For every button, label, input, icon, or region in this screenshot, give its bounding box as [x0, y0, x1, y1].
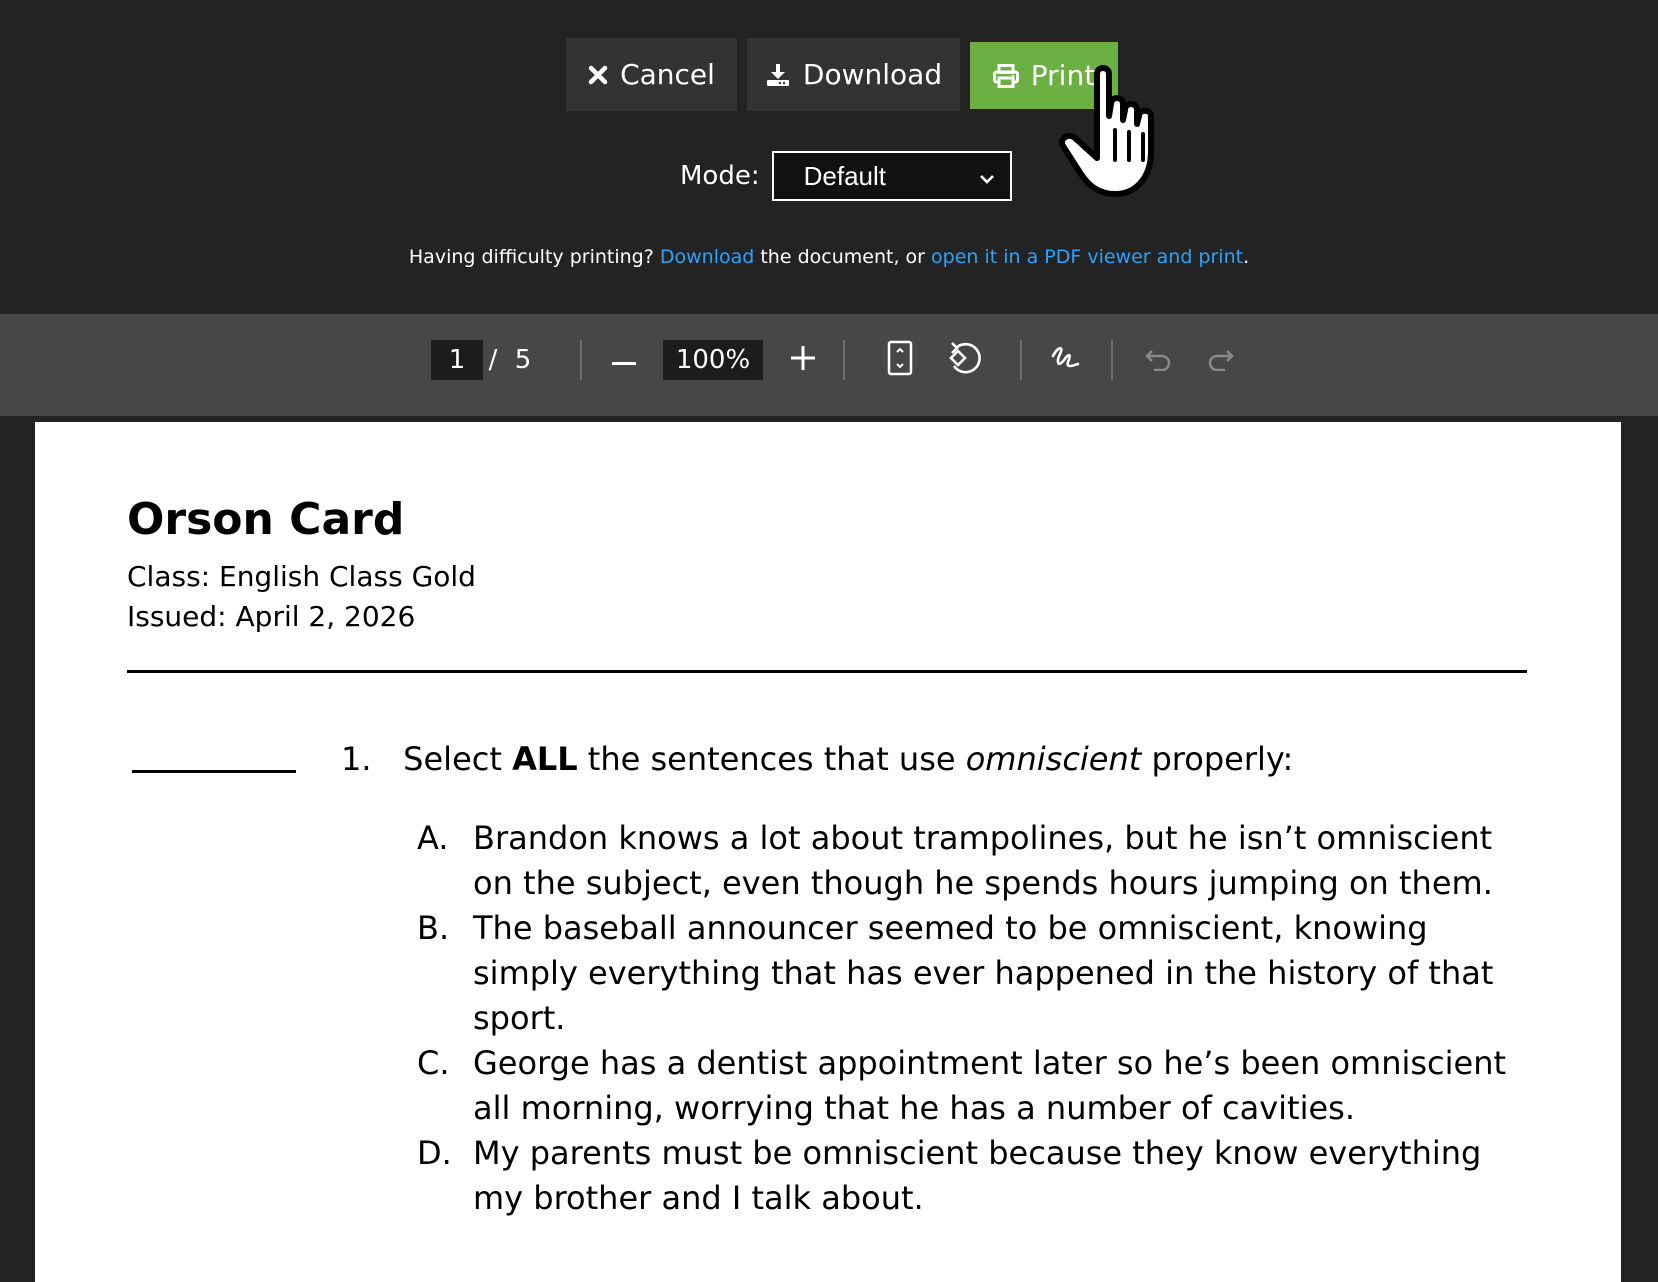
answer-options: A. Brandon knows a lot about trampolines… [417, 816, 1537, 1221]
option-d: D. My parents must be omniscient because… [417, 1131, 1537, 1221]
chevron-down-icon [978, 161, 996, 192]
zoom-level[interactable]: 100% [663, 340, 763, 380]
close-icon [588, 65, 608, 85]
fit-page-button[interactable] [880, 336, 920, 384]
toolbar-divider [843, 340, 845, 380]
student-name: Orson Card [127, 494, 405, 545]
help-prefix: Having difficulty printing? [408, 246, 654, 268]
redo-button[interactable] [1201, 338, 1241, 382]
mode-selected-value: Default [803, 160, 886, 191]
print-label: Print [1030, 59, 1096, 92]
option-a: A. Brandon knows a lot about trampolines… [417, 816, 1537, 906]
printer-icon [992, 63, 1019, 88]
question-number: 1. [341, 740, 372, 778]
zoom-in-button[interactable] [783, 338, 823, 382]
print-button[interactable]: Print [970, 42, 1118, 109]
zoom-out-button[interactable] [604, 338, 644, 382]
pdf-toolbar: 1 / 5 100% [0, 314, 1658, 416]
option-letter: C. [417, 1044, 450, 1082]
page-separator: / [488, 345, 498, 375]
draw-icon [1050, 342, 1082, 378]
mode-label: Mode: [680, 161, 760, 191]
issued-date: Issued: April 2, 2026 [127, 600, 416, 633]
toolbar-divider [1111, 340, 1113, 380]
option-text: Brandon knows a lot about trampolines, b… [473, 819, 1493, 902]
fit-page-icon [887, 340, 913, 380]
question-bold: ALL [512, 740, 578, 778]
toolbar-divider [1020, 340, 1022, 380]
rotate-icon [946, 340, 984, 380]
download-link[interactable]: Download [660, 246, 754, 268]
answer-blank-line [132, 770, 296, 773]
option-letter: D. [417, 1134, 452, 1172]
mode-select[interactable]: Default [771, 151, 1012, 201]
redo-icon [1207, 345, 1235, 375]
help-suffix: . [1243, 246, 1250, 268]
option-text: George has a dentist appointment later s… [473, 1044, 1507, 1127]
header-divider [127, 670, 1527, 673]
option-letter: B. [417, 909, 450, 947]
download-label: Download [802, 58, 943, 91]
question-text-middle: the sentences that use [587, 740, 956, 778]
document-page: Orson Card Class: English Class Gold Iss… [35, 422, 1621, 1282]
option-text: My parents must be omniscient because th… [473, 1134, 1482, 1217]
cancel-button[interactable]: Cancel [566, 38, 737, 111]
question-text-after: properly: [1151, 740, 1294, 778]
cancel-label: Cancel [620, 58, 715, 91]
question-text: 1. Select ALL the sentences that use omn… [341, 740, 1293, 778]
undo-icon [1144, 345, 1172, 375]
rotate-button[interactable] [942, 336, 988, 384]
option-b: B. The baseball announcer seemed to be o… [417, 906, 1537, 1041]
option-text: The baseball announcer seemed to be omni… [473, 909, 1494, 1037]
undo-button[interactable] [1138, 338, 1178, 382]
plus-icon [791, 346, 815, 374]
class-line: Class: English Class Gold [127, 560, 476, 593]
print-dialog-header: Cancel Download Print Mode: Default Havi… [0, 0, 1658, 314]
help-middle: the document, or [760, 246, 925, 268]
download-icon [765, 62, 791, 88]
page-total: 5 [514, 345, 532, 375]
page-number-input[interactable]: 1 [431, 340, 483, 380]
minus-icon [612, 351, 636, 370]
question-text-before: Select [403, 740, 502, 778]
toolbar-divider [580, 340, 582, 380]
option-letter: A. [417, 819, 449, 857]
draw-button[interactable] [1046, 336, 1086, 384]
download-button[interactable]: Download [747, 38, 960, 111]
question-italic: omniscient [965, 740, 1142, 778]
option-c: C. George has a dentist appointment late… [417, 1041, 1537, 1131]
help-text: Having difficulty printing? Download the… [0, 246, 1658, 268]
mode-row: Mode: Default [680, 151, 1012, 201]
open-pdf-viewer-link[interactable]: open it in a PDF viewer and print [931, 246, 1243, 268]
